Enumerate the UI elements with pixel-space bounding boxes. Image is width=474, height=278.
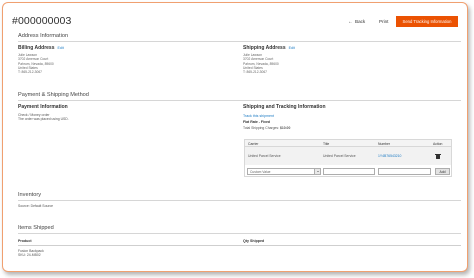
page-title: #000000003 bbox=[12, 15, 72, 27]
billing-address-title: Billing Address Edit bbox=[18, 45, 64, 51]
shipment-view-panel: #000000003 ← Back Print Send Tracking Inf… bbox=[2, 2, 468, 272]
billing-edit-link[interactable]: Edit bbox=[58, 46, 64, 50]
shipping-method: Flat Rate - Fixed bbox=[243, 120, 271, 124]
tracking-number-link[interactable]: 1Y4B76543210 bbox=[378, 154, 401, 158]
print-button[interactable]: Print bbox=[379, 19, 388, 24]
shipping-charges-label: Total Shipping Charges: bbox=[243, 126, 279, 130]
add-tracking-row: Custom Value Add bbox=[245, 165, 451, 178]
shipping-tracking-title: Shipping and Tracking Information bbox=[243, 104, 326, 110]
billing-address-line: T: 865-212-3067 bbox=[18, 70, 43, 75]
product-sku: SKU: 24-MB02 bbox=[18, 253, 41, 258]
shipping-address-label: Shipping Address bbox=[243, 45, 286, 51]
section-divider bbox=[18, 41, 461, 42]
number-column-header: Number bbox=[378, 141, 391, 146]
back-button[interactable]: ← Back bbox=[348, 19, 365, 25]
chevron-down-icon bbox=[314, 169, 320, 174]
action-column-header: Action bbox=[433, 141, 443, 146]
inventory-section-title: Inventory bbox=[18, 192, 42, 198]
carrier-column-header: Carrier bbox=[248, 141, 259, 146]
shipping-edit-link[interactable]: Edit bbox=[289, 46, 295, 50]
add-button[interactable]: Add bbox=[435, 168, 450, 175]
row-carrier: United Parcel Service bbox=[248, 154, 281, 158]
qty-shipped-column-header: Qty Shipped bbox=[243, 239, 265, 243]
carrier-select-value: Custom Value bbox=[250, 170, 271, 174]
payment-shipping-section-title: Payment & Shipping Method bbox=[18, 92, 89, 98]
tracking-table-header: Carrier Title Number Action bbox=[245, 140, 451, 147]
payment-info-title: Payment Information bbox=[18, 104, 68, 110]
billing-address-block: Julie Lawson 3702 Amerson Court Pahrum, … bbox=[18, 53, 54, 74]
carrier-select[interactable]: Custom Value bbox=[247, 168, 321, 175]
product-column-header: Product bbox=[18, 239, 32, 243]
arrow-left-icon: ← bbox=[348, 19, 353, 25]
table-row: Fusion Backpack SKU: 24-MB02 bbox=[18, 249, 44, 258]
shipping-address-title: Shipping Address Edit bbox=[243, 45, 295, 51]
trash-icon[interactable] bbox=[435, 153, 441, 159]
payment-currency-note: The order was placed using USD. bbox=[18, 117, 69, 122]
row-title: United Parcel Service bbox=[323, 154, 356, 158]
items-table-divider bbox=[18, 245, 461, 246]
back-button-label: Back bbox=[355, 19, 366, 24]
table-row: United Parcel Service United Parcel Serv… bbox=[245, 147, 451, 165]
section-divider bbox=[18, 200, 461, 201]
address-section-title: Address Information bbox=[18, 33, 69, 39]
shipping-address-block: Julie Lawson 3702 Amerson Court Pahrum, … bbox=[243, 53, 279, 74]
shipping-charges: Total Shipping Charges: $10.00 bbox=[243, 126, 290, 130]
section-divider bbox=[18, 100, 461, 101]
tracking-table: Carrier Title Number Action United Parce… bbox=[244, 139, 452, 177]
payment-info-block: Check / Money order The order was placed… bbox=[18, 113, 69, 122]
send-tracking-button[interactable]: Send Tracking Information bbox=[396, 16, 458, 27]
number-input[interactable] bbox=[378, 168, 431, 175]
page-header: #000000003 ← Back Print Send Tracking Inf… bbox=[3, 3, 467, 33]
inventory-source: Source: Default Source bbox=[18, 204, 54, 208]
items-shipped-section-title: Items Shipped bbox=[18, 225, 54, 231]
title-input[interactable] bbox=[323, 168, 375, 175]
shipping-address-line: T: 865-212-3067 bbox=[243, 70, 268, 75]
section-divider bbox=[18, 233, 461, 234]
track-shipment-link[interactable]: Track this shipment bbox=[243, 114, 274, 118]
title-column-header: Title bbox=[323, 141, 330, 146]
billing-address-label: Billing Address bbox=[18, 45, 55, 51]
shipping-charges-value: $10.00 bbox=[279, 126, 291, 130]
